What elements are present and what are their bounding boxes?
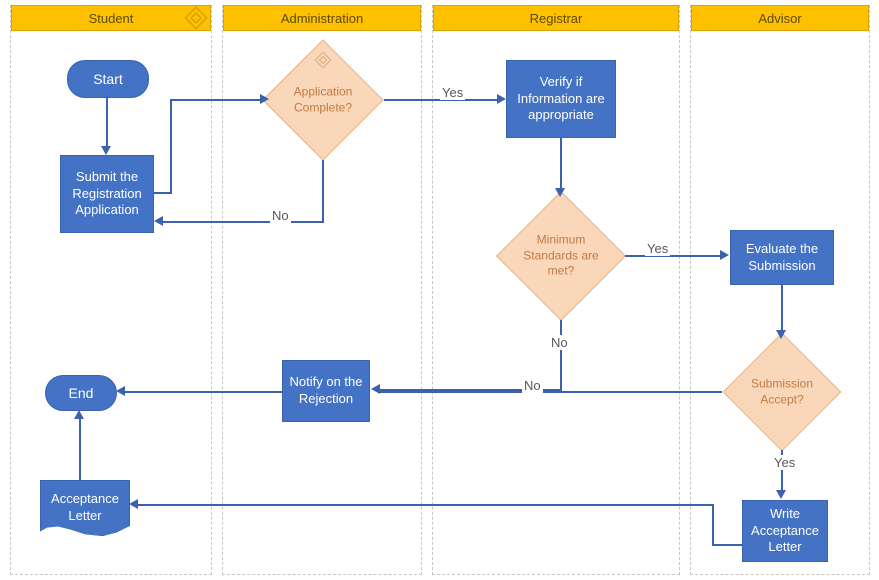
arrow-submit-appcomplete [260, 94, 269, 104]
lane-header-registrar: Registrar [433, 5, 679, 31]
application-complete-label: Application Complete? [273, 84, 373, 115]
label-yes-2: Yes [645, 241, 670, 256]
minimum-standards-decision: Minimum Standards are met? [515, 210, 607, 302]
end-label: End [69, 385, 94, 401]
arrow-start-submit [101, 146, 111, 155]
label-yes-1: Yes [440, 85, 465, 100]
lane-title: Advisor [758, 11, 801, 26]
start-label: Start [93, 71, 123, 87]
arrow-subaccept-yes [776, 490, 786, 499]
edge-subaccept-no [380, 391, 722, 393]
lane-icon [185, 7, 208, 30]
edge-minstd-evaluate [625, 255, 721, 257]
notify-rejection-label: Notify on the Rejection [287, 374, 365, 408]
edge-appcomplete-no-b [163, 221, 324, 223]
edge-write-accept-a [712, 544, 742, 546]
evaluate-node: Evaluate the Submission [730, 230, 834, 285]
arrow-verify-minstd [555, 188, 565, 197]
arrow-appcomplete-no [154, 216, 163, 226]
submit-node: Submit the Registration Application [60, 155, 154, 233]
edge-write-accept-c [138, 504, 714, 506]
edge-evaluate-subaccept [781, 285, 783, 332]
label-no-2: No [549, 335, 570, 350]
end-node: End [45, 375, 117, 411]
write-acceptance-label: Write Acceptance Letter [747, 506, 823, 557]
arrow-evaluate-subaccept [776, 330, 786, 339]
edge-verify-minstd [560, 138, 562, 190]
edge-appcomplete-no-a [322, 160, 324, 223]
verify-label: Verify if Information are appropriate [511, 74, 611, 125]
lane-title: Administration [281, 11, 363, 26]
arrow-minstd-evaluate [720, 250, 729, 260]
arrow-appcomplete-verify [497, 94, 506, 104]
start-node: Start [67, 60, 149, 98]
edge-start-submit [106, 96, 108, 146]
lane-title: Student [89, 11, 134, 26]
edge-accept-end [79, 419, 81, 480]
edge-submit-appcomplete-b [170, 99, 172, 194]
arrow-notify-end [116, 386, 125, 396]
acceptance-letter-label: Acceptance Letter [41, 491, 129, 525]
lane-header-administration: Administration [223, 5, 421, 31]
edge-minstd-no-a [560, 320, 562, 390]
submit-label: Submit the Registration Application [65, 169, 149, 220]
verify-node: Verify if Information are appropriate [506, 60, 616, 138]
label-no-3: No [522, 378, 543, 393]
lane-header-advisor: Advisor [691, 5, 869, 31]
lane-title: Registrar [530, 11, 583, 26]
submission-accept-decision: Submission Accept? [740, 350, 824, 434]
write-acceptance-node: Write Acceptance Letter [742, 500, 828, 562]
evaluate-label: Evaluate the Submission [735, 241, 829, 275]
edge-submit-appcomplete-c [170, 99, 262, 101]
label-yes-3: Yes [772, 455, 797, 470]
label-no-1: No [270, 208, 291, 223]
edge-notify-end [125, 391, 282, 393]
lane-header-student: Student [11, 5, 211, 31]
arrow-minstd-no [371, 384, 380, 394]
application-complete-decision: Application Complete? [280, 57, 366, 143]
minimum-standards-label: Minimum Standards are met? [511, 233, 611, 280]
edge-write-accept-b [712, 505, 714, 545]
submission-accept-label: Submission Accept? [732, 376, 832, 407]
notify-rejection-node: Notify on the Rejection [282, 360, 370, 422]
arrow-write-accept [129, 499, 138, 509]
arrow-accept-end [74, 410, 84, 419]
